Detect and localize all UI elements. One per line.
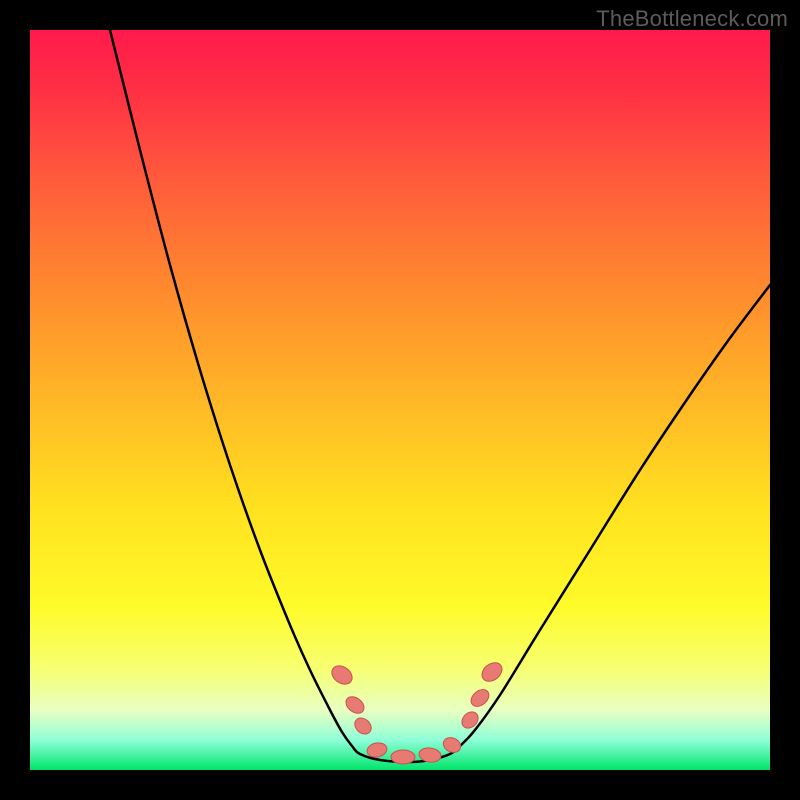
bottleneck-curve — [110, 30, 770, 762]
marker-bottom-1 — [366, 741, 388, 759]
curve-svg — [30, 30, 770, 770]
marker-bottom-4 — [441, 735, 463, 755]
marker-right-2 — [468, 686, 492, 710]
watermark-text: TheBottleneck.com — [596, 6, 788, 32]
marker-left-2 — [343, 693, 367, 716]
marker-bottom-2 — [391, 750, 415, 764]
curve-group — [110, 30, 770, 762]
marker-right-3 — [478, 659, 505, 685]
plot-area — [30, 30, 770, 770]
marker-left-1 — [328, 662, 355, 688]
marker-left-3 — [352, 715, 375, 737]
chart-frame: TheBottleneck.com — [0, 0, 800, 800]
